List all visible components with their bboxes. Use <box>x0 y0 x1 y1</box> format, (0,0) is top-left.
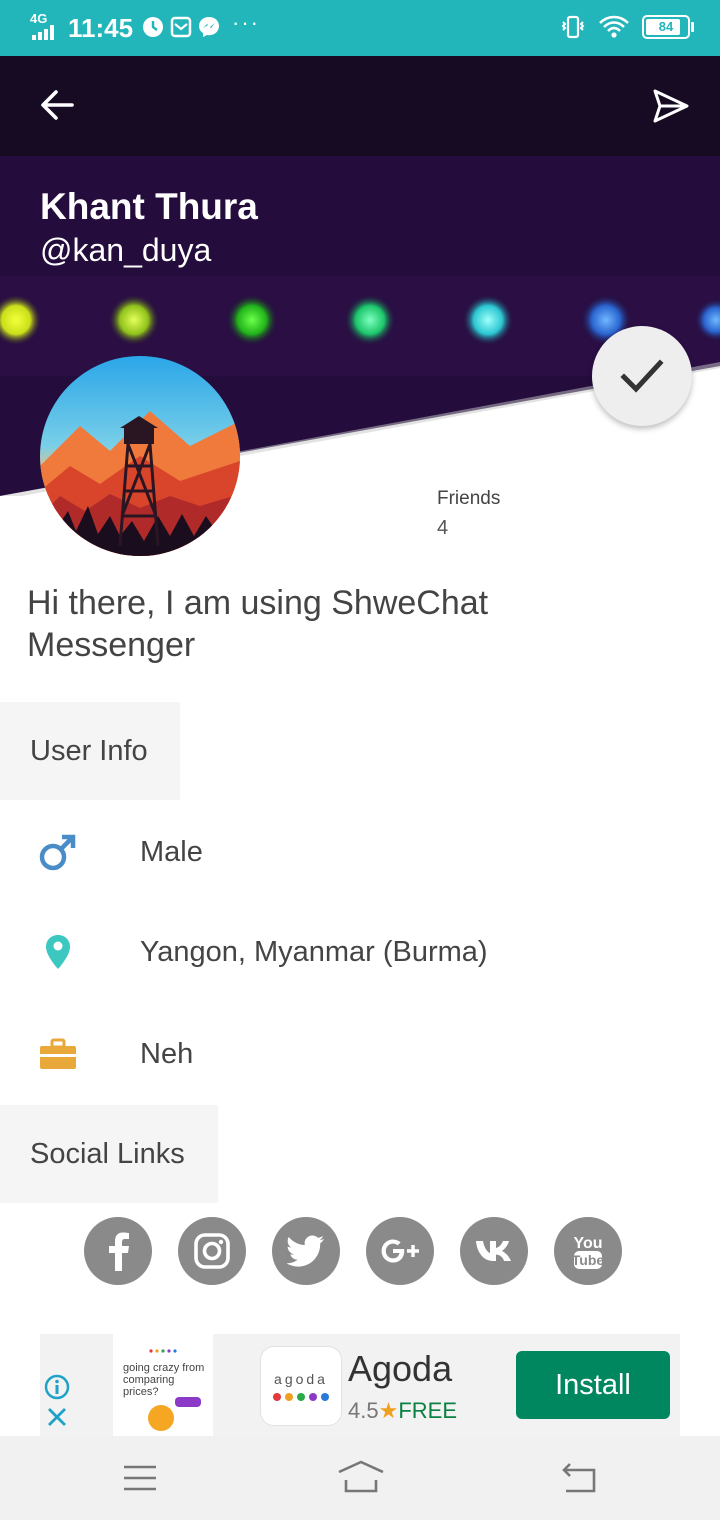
toolbar <box>0 56 720 156</box>
ad-app-name: Agoda <box>348 1348 453 1389</box>
back-nav-icon[interactable] <box>560 1462 598 1494</box>
status-bar: 4G 11:45 ··· 84 <box>0 0 720 56</box>
check-icon <box>620 359 664 393</box>
back-arrow-icon[interactable] <box>38 86 76 124</box>
clock-time: 11:45 <box>68 13 134 43</box>
more-notifications: ··· <box>232 10 260 35</box>
avatar-image <box>40 356 240 556</box>
user-info-header: User Info <box>0 702 180 800</box>
profile-handle: @kan_duya <box>40 232 212 268</box>
location-value: Yangon, Myanmar (Burma) <box>140 936 488 968</box>
location-pin-icon <box>36 930 80 974</box>
instagram-link[interactable] <box>178 1217 246 1285</box>
ad-thumbnail: going crazy from comparing prices? <box>113 1334 213 1436</box>
youtube-icon: You Tube <box>572 1235 605 1269</box>
avatar[interactable] <box>40 356 240 556</box>
friends-label: Friends <box>437 488 501 509</box>
system-nav-bar <box>0 1436 720 1520</box>
user-info-title: User Info <box>30 734 148 767</box>
twitter-icon <box>287 1235 324 1267</box>
ad-thumb-text: going crazy from comparing prices? <box>123 1362 205 1398</box>
google-plus-icon <box>381 1239 419 1263</box>
wifi-icon <box>599 15 629 38</box>
social-links-header: Social Links <box>0 1105 218 1203</box>
ad-rating: 4.5 <box>348 1398 379 1423</box>
menu-icon[interactable] <box>122 1464 158 1492</box>
svg-text:Tube: Tube <box>572 1252 605 1268</box>
ad-info-icon[interactable] <box>44 1374 70 1400</box>
install-label: Install <box>555 1368 631 1401</box>
google-plus-link[interactable] <box>366 1217 434 1285</box>
briefcase-icon <box>36 1032 80 1076</box>
mail-icon <box>170 16 192 38</box>
star-icon: ★ <box>378 1398 399 1423</box>
home-icon[interactable] <box>336 1460 386 1494</box>
facebook-icon <box>109 1232 129 1271</box>
ad-rating-row: 4.5★FREE <box>348 1398 457 1424</box>
male-icon <box>36 830 80 874</box>
twitter-link[interactable] <box>272 1217 340 1285</box>
friends-count[interactable]: 4 <box>437 517 448 540</box>
ad-banner[interactable]: going crazy from comparing prices? agoda… <box>40 1334 680 1436</box>
social-links-title: Social Links <box>30 1137 185 1170</box>
ad-price: FREE <box>398 1398 458 1423</box>
agoda-logo-text: agoda <box>274 1371 328 1387</box>
status-right-icons: 84 <box>560 14 694 40</box>
youtube-link[interactable]: You Tube <box>554 1217 622 1285</box>
vk-icon <box>476 1241 511 1261</box>
ad-close-icon[interactable] <box>46 1406 68 1428</box>
battery-level: 84 <box>658 19 674 34</box>
instagram-icon <box>194 1233 230 1269</box>
battery-icon: 84 <box>642 15 694 39</box>
messenger-icon <box>199 17 219 37</box>
install-button[interactable]: Install <box>516 1351 670 1419</box>
vibrate-icon <box>561 15 585 39</box>
vk-link[interactable] <box>460 1217 528 1285</box>
clock-icon <box>143 17 163 37</box>
work-value: Neh <box>140 1038 194 1070</box>
signal-icon <box>32 25 54 40</box>
facebook-link[interactable] <box>84 1217 152 1285</box>
profile-status: Hi there, I am using ShweChat Messenger <box>27 584 489 664</box>
friend-status-button[interactable] <box>592 326 692 426</box>
svg-text:You: You <box>573 1235 602 1252</box>
gender-value: Male <box>140 836 203 868</box>
agoda-logo: agoda <box>260 1346 342 1426</box>
send-icon[interactable] <box>652 88 690 124</box>
profile-name: Khant Thura <box>40 186 258 227</box>
